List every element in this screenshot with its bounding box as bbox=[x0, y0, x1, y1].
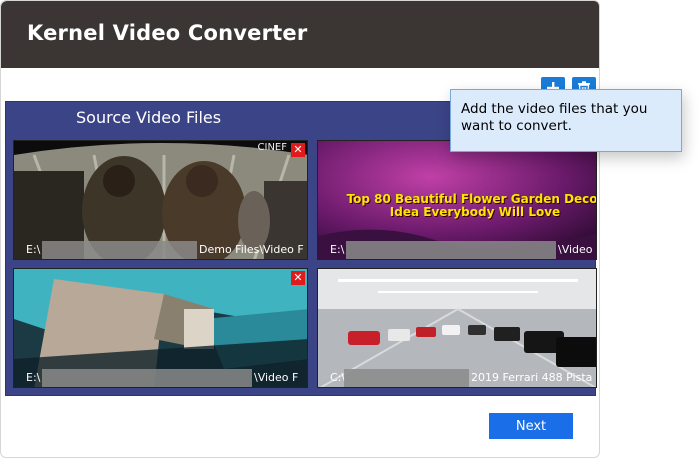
path-end: Demo Files\Video F bbox=[199, 243, 304, 256]
path-start: E:\ bbox=[26, 243, 41, 256]
path-end: \Video F bbox=[254, 371, 299, 384]
redacted-path bbox=[42, 241, 197, 259]
video-thumbnail-1[interactable]: CINEF ✕ E:\ Demo Files\Video F bbox=[13, 140, 308, 260]
path-start: C:\ bbox=[330, 371, 346, 384]
video-path: C:\ 2019 Ferrari 488 Pista - bbox=[318, 369, 596, 387]
video-thumbnail-3[interactable]: ✕ E:\ \Video F bbox=[13, 268, 308, 388]
path-end: \Video F bbox=[558, 243, 596, 256]
path-end: 2019 Ferrari 488 Pista - bbox=[471, 371, 597, 384]
path-start: E:\ bbox=[26, 371, 41, 384]
redacted-path bbox=[42, 369, 252, 387]
video-overlay-text: CINEF bbox=[257, 142, 287, 153]
video-path: E:\ Demo Files\Video F bbox=[14, 241, 307, 259]
remove-video-button[interactable]: ✕ bbox=[291, 143, 305, 157]
redacted-path bbox=[344, 369, 469, 387]
panel-title: Source Video Files bbox=[76, 108, 222, 127]
remove-video-button[interactable]: ✕ bbox=[291, 271, 305, 285]
add-files-tooltip: Add the video files that you want to con… bbox=[450, 89, 682, 152]
video-overlay-text: Top 80 Beautiful Flower Garden Decor Ide… bbox=[346, 192, 597, 219]
video-path: E:\ \Video F bbox=[318, 241, 596, 259]
next-button[interactable]: Next bbox=[489, 413, 573, 439]
app-title: Kernel Video Converter bbox=[27, 21, 308, 45]
redacted-path bbox=[346, 241, 556, 259]
title-bar: Kernel Video Converter bbox=[1, 1, 599, 68]
app-window: Kernel Video Converter Source Video File… bbox=[0, 0, 600, 458]
path-start: E:\ bbox=[330, 243, 345, 256]
video-thumbnail-4[interactable]: C:\ 2019 Ferrari 488 Pista - bbox=[317, 268, 597, 388]
video-thumbnail-2[interactable]: Top 80 Beautiful Flower Garden Decor Ide… bbox=[317, 140, 597, 260]
video-path: E:\ \Video F bbox=[14, 369, 307, 387]
